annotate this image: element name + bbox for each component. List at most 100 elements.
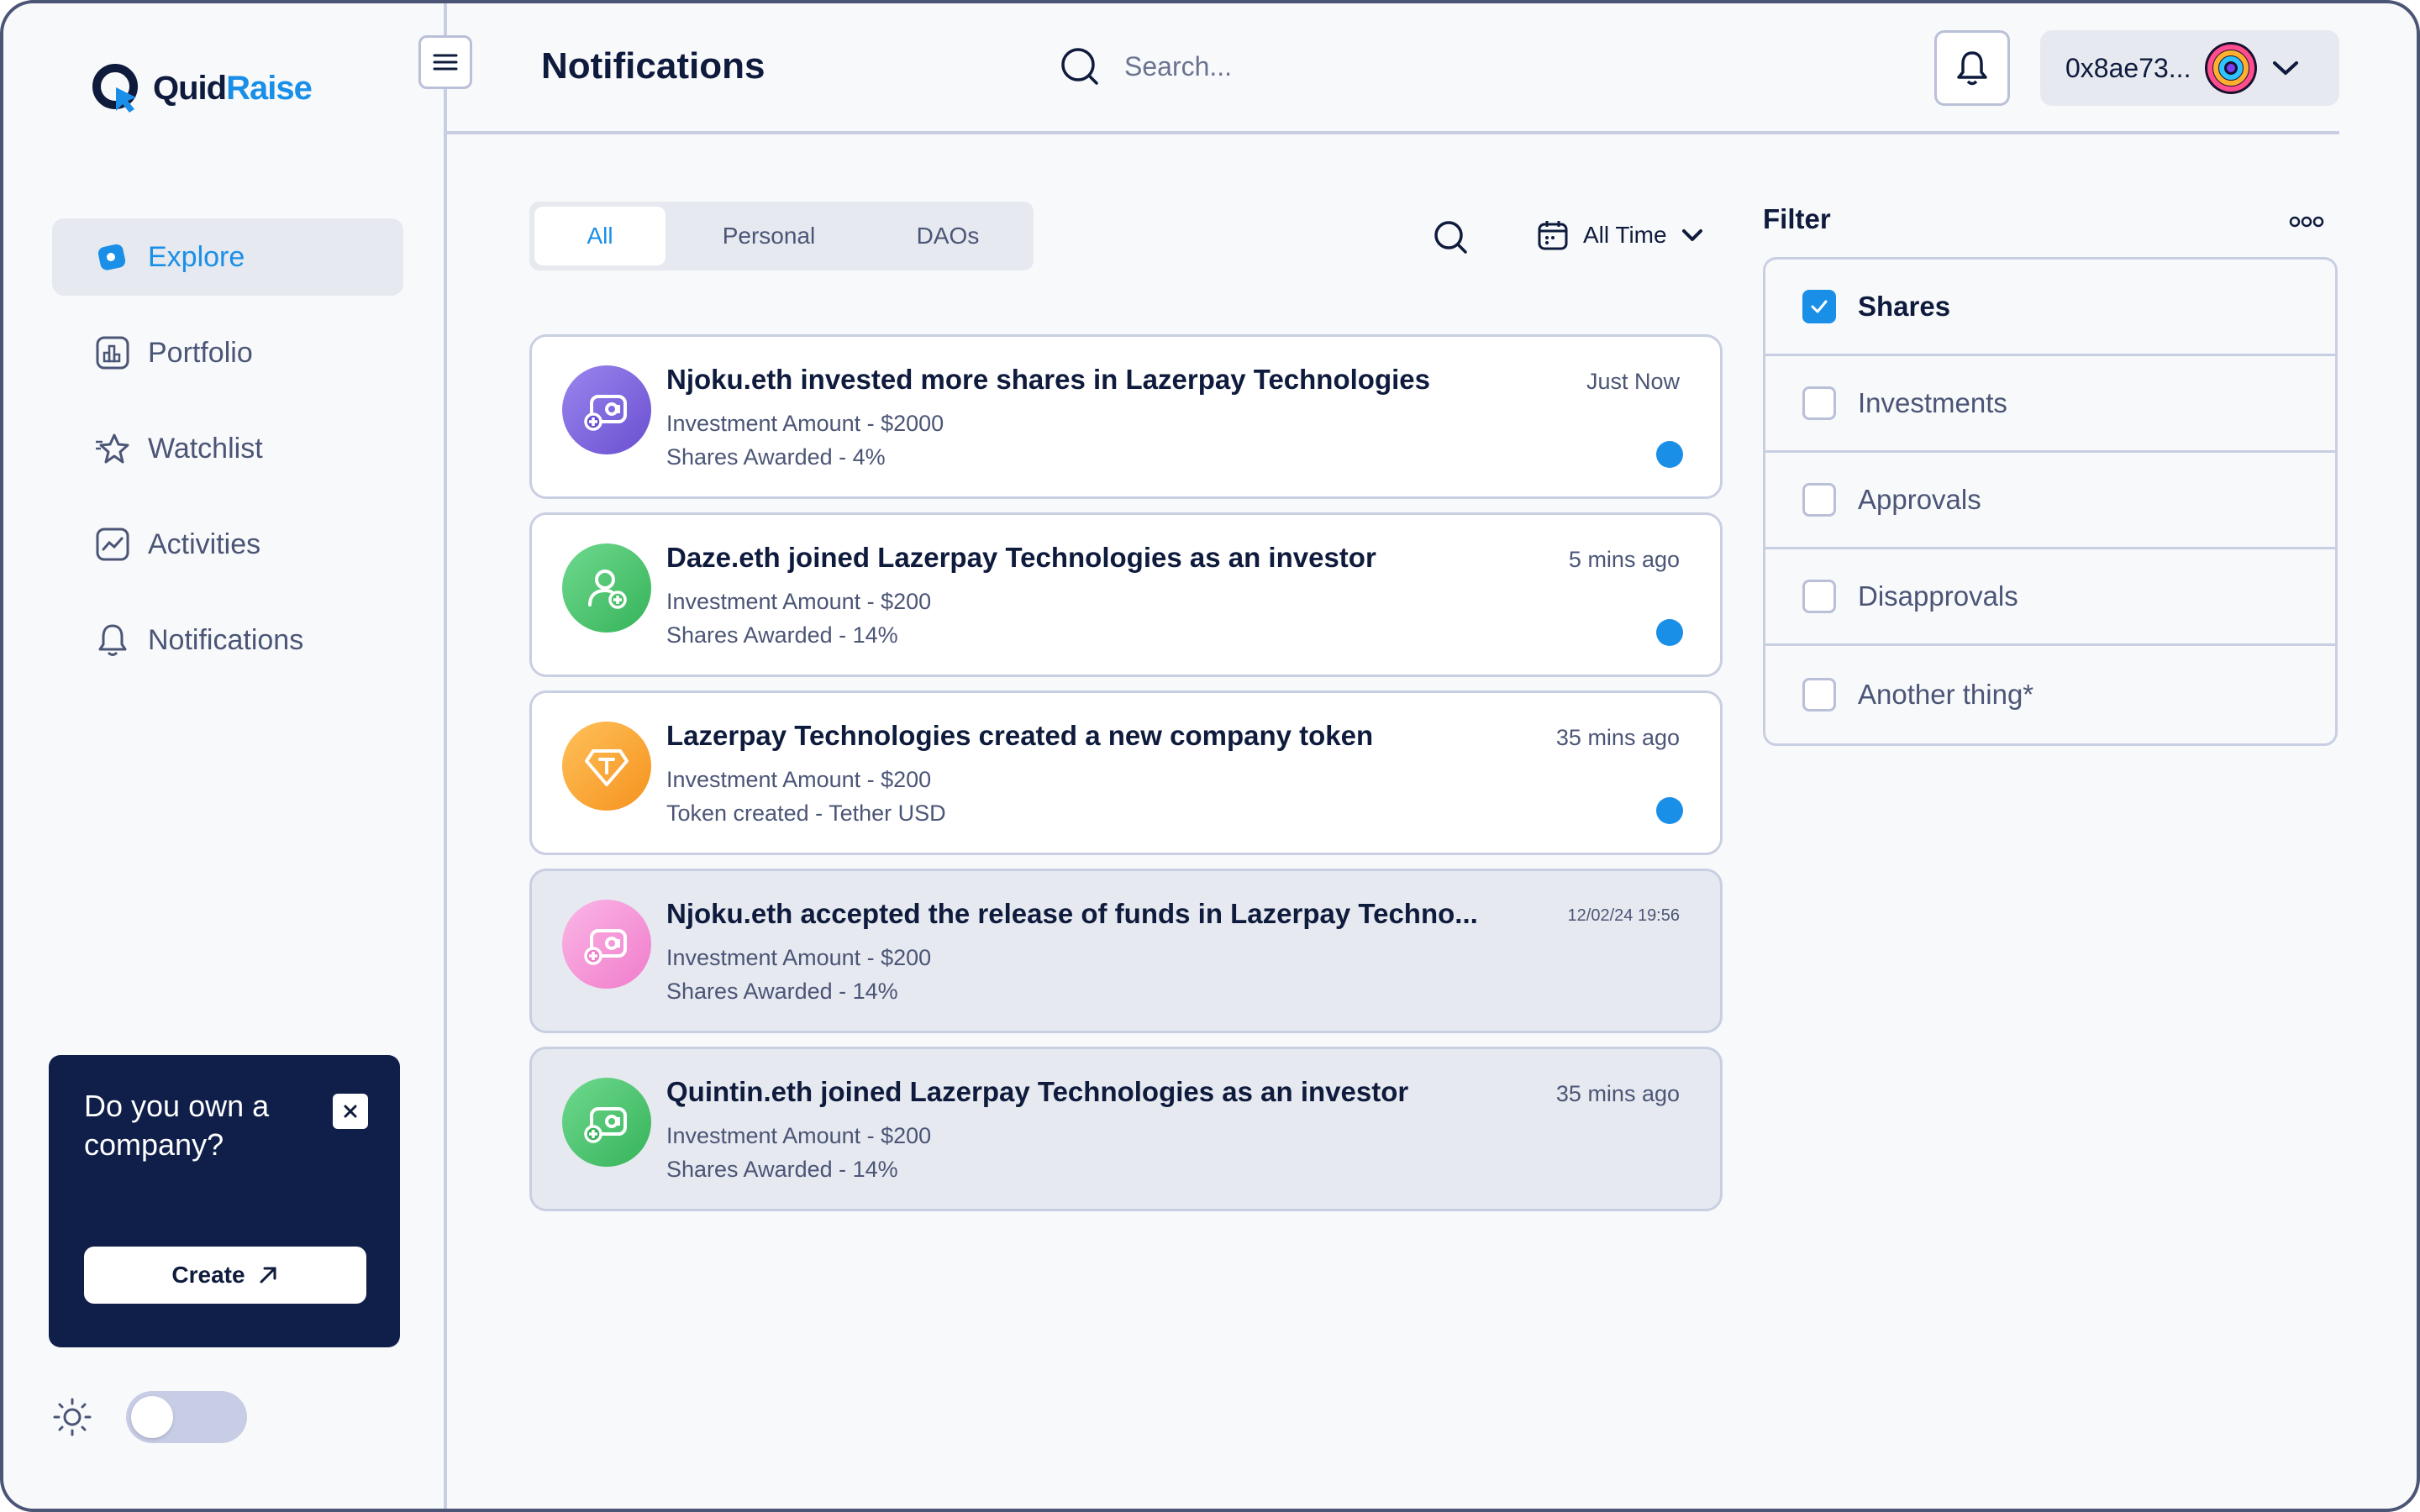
logo[interactable]: QuidRaise — [87, 59, 313, 118]
checkbox[interactable] — [1802, 386, 1836, 420]
invest-icon — [584, 1107, 627, 1143]
theme-toggle[interactable] — [126, 1391, 247, 1443]
notification-detail: Investment Amount - $200 — [666, 767, 932, 792]
notification-time: 12/02/24 19:56 — [1567, 906, 1680, 925]
filter-option-label: Investments — [1858, 387, 2007, 418]
notification-time: 35 mins ago — [1555, 1081, 1680, 1106]
search-bar — [1059, 45, 1460, 87]
sidebar-item-activities[interactable]: Activities — [52, 506, 403, 583]
arrow-up-right-icon — [260, 1267, 276, 1284]
notification-item[interactable]: Daze.eth joined Lazerpay Technologies as… — [529, 512, 1723, 677]
sidebar-collapse-button[interactable] — [418, 35, 472, 89]
theme-row — [52, 1391, 247, 1443]
list-search-button[interactable] — [1432, 218, 1469, 260]
unread-dot — [1656, 619, 1683, 646]
sun-icon — [53, 1398, 92, 1436]
tab-all[interactable]: All — [534, 207, 666, 265]
sidebar-item-label: Watchlist — [148, 432, 263, 465]
notification-detail: Shares Awarded - 4% — [666, 444, 886, 470]
notification-avatar — [562, 722, 651, 811]
wallet-dropdown[interactable]: 0x8ae73... — [2040, 30, 2339, 106]
notification-title: Njoku.eth invested more shares in Lazerp… — [666, 364, 1430, 395]
logo-mark-icon — [92, 64, 138, 113]
notification-title: Lazerpay Technologies created a new comp… — [666, 720, 1374, 751]
notifications-bell-button[interactable] — [1934, 30, 2010, 106]
sidebar-item-watchlist[interactable]: Watchlist — [52, 410, 403, 487]
notification-item[interactable]: Njoku.eth invested more shares in Lazerp… — [529, 334, 1723, 499]
notification-avatar — [562, 1078, 651, 1167]
notification-time: Just Now — [1586, 369, 1680, 394]
notification-list: Njoku.eth invested more shares in Lazerp… — [529, 334, 1723, 1225]
sidebar-item-label: Notifications — [148, 623, 304, 656]
top-header: Notifications 0x8ae73... — [447, 3, 2339, 134]
watchlist-star-icon — [96, 433, 129, 464]
activities-chart-icon — [96, 528, 129, 561]
close-icon — [344, 1105, 357, 1118]
notification-detail: Investment Amount - $200 — [666, 589, 932, 614]
checkbox[interactable] — [1802, 580, 1836, 613]
logo-text-raise: Raise — [226, 69, 313, 107]
notification-item[interactable]: Njoku.eth accepted the release of funds … — [529, 869, 1723, 1033]
add-user-icon — [588, 570, 627, 609]
filter-option-shares[interactable]: Shares — [1765, 260, 2335, 356]
bell-icon — [1957, 51, 1987, 86]
filter-option-label: Approvals — [1858, 484, 1981, 515]
unread-dot — [1656, 797, 1683, 824]
chevron-down-icon — [2273, 61, 2299, 75]
logo-text-quid: Quid — [153, 69, 227, 107]
promo-close-button[interactable] — [333, 1094, 368, 1129]
page-title: Notifications — [541, 45, 765, 87]
notification-item[interactable]: Quintin.eth joined Lazerpay Technologies… — [529, 1047, 1723, 1211]
tab-daos[interactable]: DAOs — [872, 207, 1023, 265]
portfolio-icon — [96, 336, 129, 370]
notification-time: 5 mins ago — [1568, 547, 1680, 572]
filter-option-label: Shares — [1858, 291, 1951, 322]
bell-icon — [98, 624, 127, 656]
company-promo-card: Do you own a company? Create — [49, 1055, 400, 1347]
sidebar-item-label: Explore — [148, 240, 245, 273]
search-icon — [1434, 221, 1467, 254]
filter-title: Filter — [1763, 203, 1831, 234]
notification-detail: Investment Amount - $200 — [666, 1123, 932, 1148]
promo-title: Do you own a company? — [84, 1089, 270, 1162]
filter-more-button[interactable] — [2289, 215, 2324, 233]
create-button-label: Create — [171, 1262, 245, 1288]
notification-title: Njoku.eth accepted the release of funds … — [666, 898, 1478, 929]
filter-option-another-thing[interactable]: Another thing* — [1765, 646, 2335, 743]
sidebar-nav: Explore Portfolio Watchlist Activities N… — [52, 218, 403, 697]
notification-item[interactable]: Lazerpay Technologies created a new comp… — [529, 690, 1723, 855]
checkbox[interactable] — [1802, 677, 1836, 711]
create-button[interactable]: Create — [84, 1247, 366, 1304]
avatar — [2205, 42, 2258, 94]
filter-option-approvals[interactable]: Approvals — [1765, 453, 2335, 549]
filter-option-disapprovals[interactable]: Disapprovals — [1765, 549, 2335, 646]
notification-detail: Investment Amount - $200 — [666, 945, 932, 970]
checkmark-icon — [1811, 300, 1828, 313]
logo-text: QuidRaise — [153, 69, 313, 108]
notification-avatar — [562, 543, 651, 633]
tab-personal[interactable]: Personal — [666, 207, 872, 265]
filter-option-label: Another thing* — [1858, 678, 2034, 710]
notification-tabs: All Personal DAOs — [529, 202, 1034, 270]
checkbox[interactable] — [1802, 483, 1836, 517]
notification-title: Daze.eth joined Lazerpay Technologies as… — [666, 542, 1376, 573]
sidebar-item-explore[interactable]: Explore — [52, 218, 403, 296]
app-frame: QuidRaise Explore Portfolio Watchlist Ac… — [0, 0, 2420, 1512]
sidebar-item-label: Activities — [148, 528, 261, 560]
sidebar-item-notifications[interactable]: Notifications — [52, 601, 403, 679]
toggle-knob — [131, 1396, 173, 1438]
menu-icon — [433, 54, 458, 71]
sidebar: QuidRaise Explore Portfolio Watchlist Ac… — [3, 3, 447, 1509]
notification-detail: Token created - Tether USD — [666, 801, 946, 826]
explore-icon — [97, 244, 126, 270]
notification-avatar — [562, 900, 651, 989]
time-filter-dropdown[interactable]: All Time — [1536, 218, 1704, 252]
filter-option-investments[interactable]: Investments — [1765, 356, 2335, 453]
time-filter-label: All Time — [1583, 222, 1667, 248]
more-dots-icon — [2289, 216, 2324, 228]
search-input[interactable] — [1124, 50, 1460, 82]
sidebar-item-portfolio[interactable]: Portfolio — [52, 314, 403, 391]
filter-option-label: Disapprovals — [1858, 580, 2018, 612]
unread-dot — [1656, 441, 1683, 468]
checkbox[interactable] — [1802, 290, 1836, 323]
